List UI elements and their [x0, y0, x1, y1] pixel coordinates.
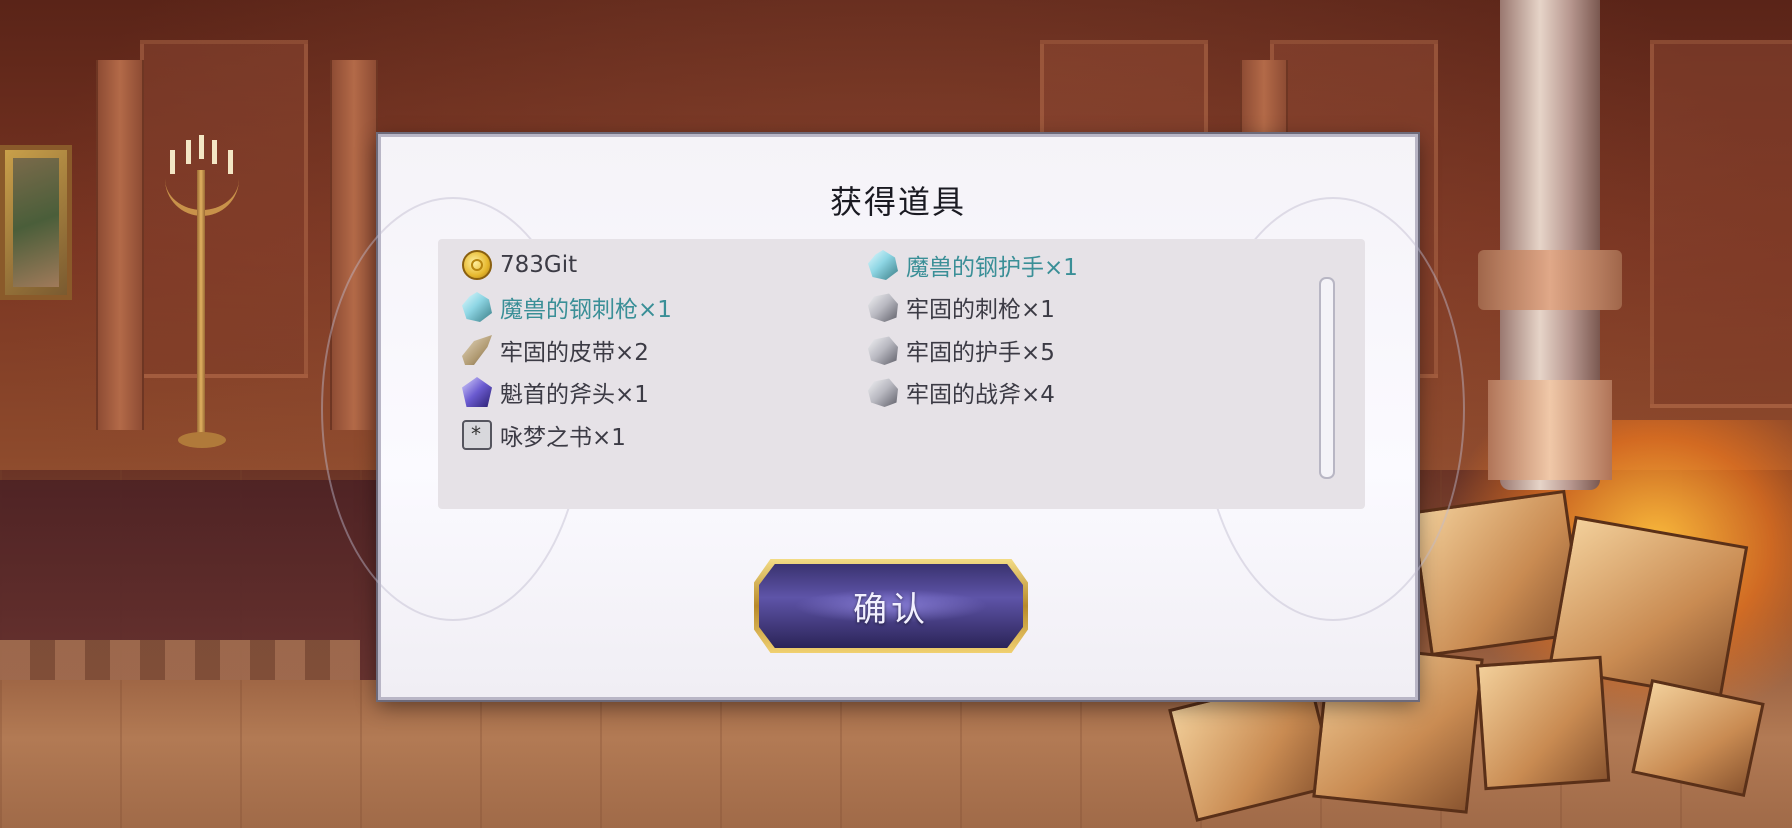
pilaster	[96, 60, 144, 430]
ore-icon	[868, 378, 898, 407]
list-item: 魔兽的钢护手×1	[868, 245, 1078, 285]
candle	[170, 150, 175, 174]
list-item: 牢固的刺枪×1	[868, 287, 1055, 327]
candelabra-base	[178, 432, 226, 448]
item-label: 魔兽的钢护手×1	[906, 255, 1078, 281]
list-item: 魔兽的钢刺枪×1	[462, 287, 672, 327]
item-label: 783Git	[500, 252, 578, 278]
list-item: 牢固的皮带×2	[462, 330, 649, 370]
candle	[186, 140, 191, 164]
ore-icon	[868, 336, 898, 365]
wall-panel	[1650, 40, 1792, 408]
confirm-button[interactable]: 确认	[754, 559, 1028, 653]
crystal-icon	[868, 250, 898, 280]
crystal-icon	[462, 292, 492, 322]
list-item: 牢固的护手×5	[868, 330, 1055, 370]
candle	[212, 140, 217, 164]
scrollbar[interactable]	[1319, 277, 1335, 479]
list-item: 咏梦之书×1	[462, 415, 626, 455]
item-label: 牢固的护手×5	[906, 340, 1055, 366]
item-label: 魁首的斧头×1	[500, 382, 649, 408]
item-label: 咏梦之书×1	[500, 425, 626, 451]
column-ring	[1478, 250, 1622, 310]
wall-panel	[140, 40, 308, 378]
list-item: 魁首的斧头×1	[462, 372, 649, 412]
candle	[199, 135, 204, 159]
item-reward-dialog: 获得道具 783Git 魔兽的钢刺枪×1 牢固的皮带×2 魁首的斧头×1 咏梦之…	[321, 134, 1465, 700]
purple-gem-icon	[462, 377, 492, 407]
candelabra-stem	[197, 170, 205, 445]
item-label: 牢固的刺枪×1	[906, 297, 1055, 323]
ore-icon	[868, 293, 898, 322]
belt-icon	[462, 335, 492, 365]
column-base	[1488, 380, 1612, 480]
torn-edge	[0, 640, 360, 680]
dialog-title: 获得道具	[829, 183, 966, 221]
item-label: 牢固的皮带×2	[500, 340, 649, 366]
confirm-label: 确认	[853, 589, 929, 630]
item-label: 魔兽的钢刺枪×1	[500, 297, 672, 323]
item-list[interactable]: 783Git 魔兽的钢刺枪×1 牢固的皮带×2 魁首的斧头×1 咏梦之书×1 魔…	[438, 239, 1365, 509]
candle	[228, 150, 233, 174]
rubble	[1475, 655, 1611, 791]
wall-painting	[0, 145, 72, 300]
list-item: 783Git	[462, 245, 577, 285]
gold-coin-icon	[462, 250, 492, 280]
list-item: 牢固的战斧×4	[868, 372, 1055, 412]
book-icon	[462, 420, 492, 450]
item-label: 牢固的战斧×4	[906, 382, 1055, 408]
